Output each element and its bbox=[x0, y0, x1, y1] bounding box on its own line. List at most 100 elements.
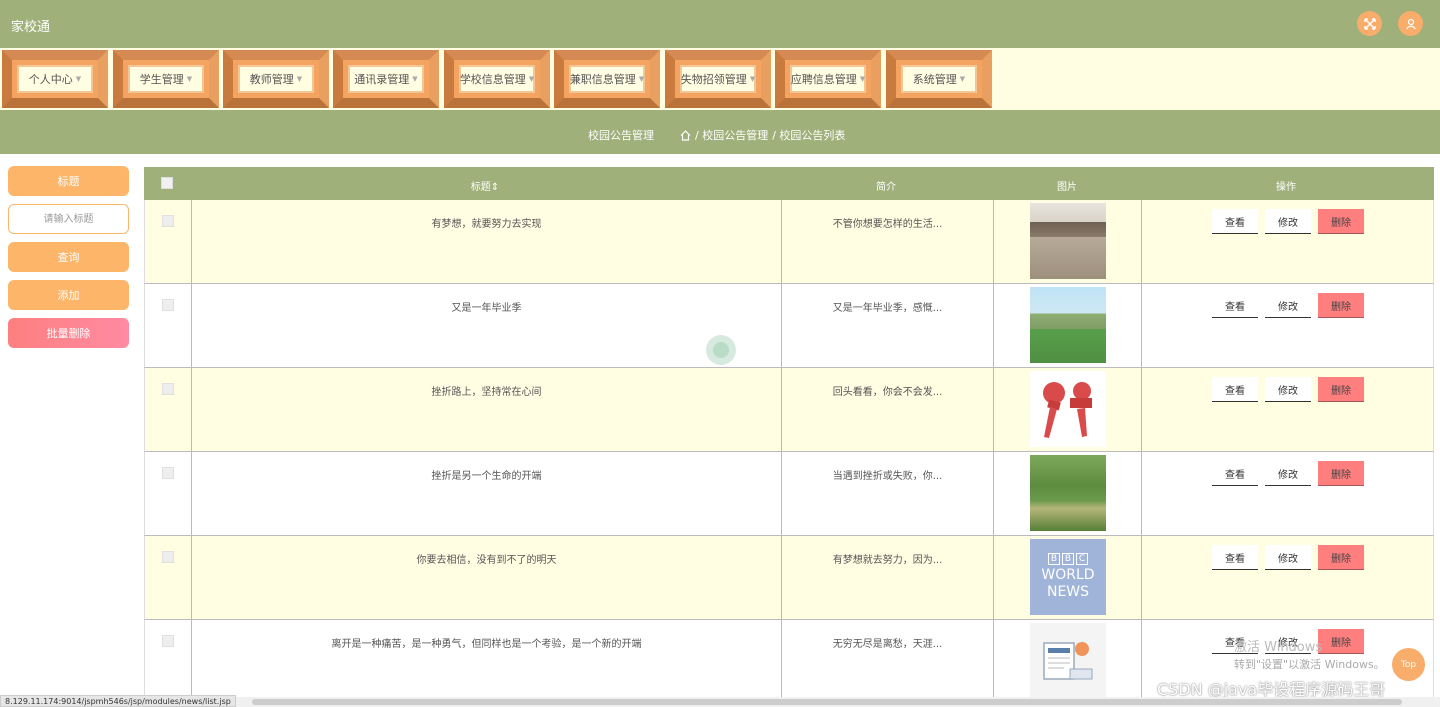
table-row: 挫折路上，坚持常在心间 回头看看，你会不会发... 查看 修改 删除 bbox=[144, 368, 1434, 452]
row-checkbox[interactable] bbox=[162, 551, 174, 563]
scrollbar-thumb[interactable] bbox=[252, 699, 1402, 705]
user-icon bbox=[1405, 18, 1416, 29]
table-header: 标题⇕ 简介 图片 操作 bbox=[144, 167, 1434, 200]
table-row: 你要去相信，没有到不了的明天 有梦想就去努力，因为... B B C WORLD… bbox=[144, 536, 1434, 620]
row-title: 你要去相信，没有到不了的明天 bbox=[416, 555, 557, 566]
row-intro: 不管你想要怎样的生活... bbox=[832, 219, 943, 230]
breadcrumb-item[interactable]: / 校园公告管理 bbox=[695, 127, 768, 143]
search-field-label: 标题 bbox=[8, 166, 129, 196]
view-button[interactable]: 查看 bbox=[1212, 293, 1258, 318]
menu-item-lost-found[interactable]: 失物招领管理 ▼ bbox=[665, 50, 771, 108]
microphone-image bbox=[1030, 371, 1106, 447]
edit-button[interactable]: 修改 bbox=[1265, 377, 1311, 402]
row-intro: 有梦想就去努力，因为... bbox=[832, 555, 943, 566]
menu-label: 个人中心 bbox=[28, 73, 73, 86]
bbc-world-news-image: B B C WORLD NEWS bbox=[1030, 539, 1106, 615]
row-checkbox[interactable] bbox=[162, 635, 174, 647]
forest-path-image bbox=[1030, 455, 1106, 531]
fullscreen-button[interactable] bbox=[1357, 11, 1382, 36]
header-title[interactable]: 标题⇕ bbox=[471, 178, 499, 193]
menu-item-school-info[interactable]: 学校信息管理 ▼ bbox=[444, 50, 550, 108]
back-to-top-button[interactable]: Top bbox=[1392, 648, 1425, 681]
view-button[interactable]: 查看 bbox=[1212, 461, 1258, 486]
row-intro: 又是一年毕业季，感慨... bbox=[832, 303, 943, 314]
menu-label: 系统管理 bbox=[912, 73, 957, 86]
menu-label: 应聘信息管理 bbox=[790, 73, 857, 86]
menu-label: 兼职信息管理 bbox=[569, 73, 636, 86]
header-intro: 简介 bbox=[876, 182, 896, 193]
app-title: 家校通 bbox=[11, 20, 51, 35]
select-all-checkbox[interactable] bbox=[161, 177, 173, 189]
edit-button[interactable]: 修改 bbox=[1265, 209, 1311, 234]
row-intro: 无穷无尽是离愁，天涯... bbox=[832, 639, 943, 650]
bbc-line2: NEWS bbox=[1046, 584, 1090, 600]
batch-delete-button[interactable]: 批量删除 bbox=[8, 318, 129, 348]
header-actions: 操作 bbox=[1276, 182, 1296, 193]
bbc-letter: B bbox=[1048, 553, 1060, 565]
breadcrumb-item: / 校园公告列表 bbox=[772, 129, 846, 142]
delete-button[interactable]: 删除 bbox=[1318, 629, 1364, 654]
breadcrumb: 校园公告管理 / 校园公告管理 / 校园公告列表 bbox=[0, 110, 1440, 154]
table-row: 有梦想，就要努力去实现 不管你想要怎样的生活... 查看 修改 删除 bbox=[144, 200, 1434, 284]
sort-icon[interactable]: ⇕ bbox=[491, 182, 499, 193]
edit-button[interactable]: 修改 bbox=[1265, 461, 1311, 486]
row-title: 离开是一种痛苦，是一种勇气，但同样也是一个考验，是一个新的开端 bbox=[331, 639, 642, 650]
caret-down-icon: ▼ bbox=[186, 75, 193, 83]
loading-indicator bbox=[706, 335, 736, 365]
delete-button[interactable]: 删除 bbox=[1318, 209, 1364, 234]
add-button[interactable]: 添加 bbox=[8, 280, 129, 310]
query-button[interactable]: 查询 bbox=[8, 242, 129, 272]
bbc-letter: B bbox=[1062, 553, 1074, 565]
bbc-letter: C bbox=[1076, 553, 1088, 565]
top-header: 家校通 bbox=[0, 0, 1440, 48]
menu-item-student[interactable]: 学生管理 ▼ bbox=[113, 50, 219, 108]
caret-down-icon: ▼ bbox=[528, 75, 535, 83]
activate-windows-hint: 转到"设置"以激活 Windows。 bbox=[1234, 658, 1385, 671]
caret-down-icon: ▼ bbox=[412, 75, 418, 83]
row-title: 有梦想，就要努力去实现 bbox=[431, 219, 542, 230]
row-checkbox[interactable] bbox=[162, 299, 174, 311]
menu-item-part-time[interactable]: 兼职信息管理 ▼ bbox=[554, 50, 660, 108]
row-title: 又是一年毕业季 bbox=[451, 303, 522, 314]
view-button[interactable]: 查看 bbox=[1212, 209, 1258, 234]
home-icon[interactable] bbox=[680, 129, 691, 141]
microphone-icon bbox=[1043, 382, 1092, 438]
news-table: 标题⇕ 简介 图片 操作 有梦想，就要努力去实现 不管你想要怎样的生活... 查… bbox=[144, 167, 1434, 699]
table-row: 挫折是另一个生命的开端 当遇到挫折或失败，你... 查看 修改 删除 bbox=[144, 452, 1434, 536]
table-row: 又是一年毕业季 又是一年毕业季，感慨... 查看 修改 删除 bbox=[144, 284, 1434, 368]
menu-item-contacts[interactable]: 通讯录管理 ▼ bbox=[333, 50, 439, 108]
campus-image bbox=[1030, 287, 1106, 363]
title-search-input[interactable] bbox=[8, 204, 129, 234]
menu-item-applications[interactable]: 应聘信息管理 ▼ bbox=[775, 50, 881, 108]
row-title: 挫折路上，坚持常在心间 bbox=[431, 387, 542, 398]
main-menu: 个人中心 ▼ 学生管理 ▼ 教师管理 ▼ 通讯录管理 ▼ 学校信息管理 ▼ 兼职信息管理 ▼… bbox=[0, 48, 1440, 110]
edit-button[interactable]: 修改 bbox=[1265, 293, 1311, 318]
row-intro: 回头看看，你会不会发... bbox=[832, 387, 943, 398]
delete-button[interactable]: 删除 bbox=[1318, 461, 1364, 486]
menu-item-teacher[interactable]: 教师管理 ▼ bbox=[223, 50, 329, 108]
delete-button[interactable]: 删除 bbox=[1318, 293, 1364, 318]
breadcrumb-path: / 校园公告管理 / 校园公告列表 bbox=[680, 127, 845, 143]
menu-label: 失物招领管理 bbox=[680, 73, 747, 86]
caret-down-icon: ▼ bbox=[638, 75, 645, 83]
menu-label: 学生管理 bbox=[139, 73, 184, 86]
newspaper-image bbox=[1030, 623, 1106, 699]
row-checkbox[interactable] bbox=[162, 467, 174, 479]
bbc-line1: WORLD bbox=[1041, 567, 1095, 583]
view-button[interactable]: 查看 bbox=[1212, 377, 1258, 402]
row-checkbox[interactable] bbox=[162, 215, 174, 227]
delete-button[interactable]: 删除 bbox=[1318, 377, 1364, 402]
menu-item-personal-center[interactable]: 个人中心 ▼ bbox=[2, 50, 108, 108]
fullscreen-icon bbox=[1363, 17, 1376, 30]
delete-button[interactable]: 删除 bbox=[1318, 545, 1364, 570]
menu-label: 通讯录管理 bbox=[354, 73, 410, 86]
row-checkbox[interactable] bbox=[162, 383, 174, 395]
menu-item-system[interactable]: 系统管理 ▼ bbox=[886, 50, 992, 108]
header-title-label: 标题 bbox=[470, 182, 491, 193]
edit-button[interactable]: 修改 bbox=[1265, 545, 1311, 570]
status-url: 8.129.11.174:9014/jspmh546s/jsp/modules/… bbox=[0, 695, 236, 707]
user-button[interactable] bbox=[1398, 11, 1423, 36]
menu-label: 学校信息管理 bbox=[459, 73, 526, 86]
view-button[interactable]: 查看 bbox=[1212, 545, 1258, 570]
menu-label: 教师管理 bbox=[249, 73, 294, 86]
